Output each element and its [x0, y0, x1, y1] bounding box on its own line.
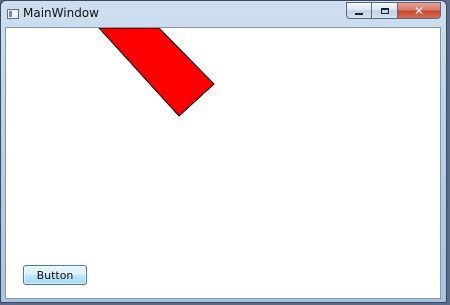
canvas-svg	[98, 28, 215, 117]
close-button[interactable]: ✕	[398, 2, 441, 19]
title-bar[interactable]: MainWindow ✕	[1, 1, 446, 27]
minimize-icon	[355, 12, 363, 15]
maximize-icon	[380, 7, 389, 14]
window-title: MainWindow	[23, 6, 99, 20]
close-icon: ✕	[413, 3, 425, 18]
client-area: Button	[5, 27, 441, 299]
main-window: MainWindow ✕ Button	[0, 0, 447, 303]
maximize-button[interactable]	[372, 2, 398, 19]
main-button[interactable]: Button	[23, 265, 87, 285]
minimize-button[interactable]	[346, 2, 372, 19]
caption-buttons: ✕	[346, 2, 441, 20]
window-icon[interactable]	[7, 9, 19, 19]
red-rotated-rectangle	[98, 28, 215, 117]
